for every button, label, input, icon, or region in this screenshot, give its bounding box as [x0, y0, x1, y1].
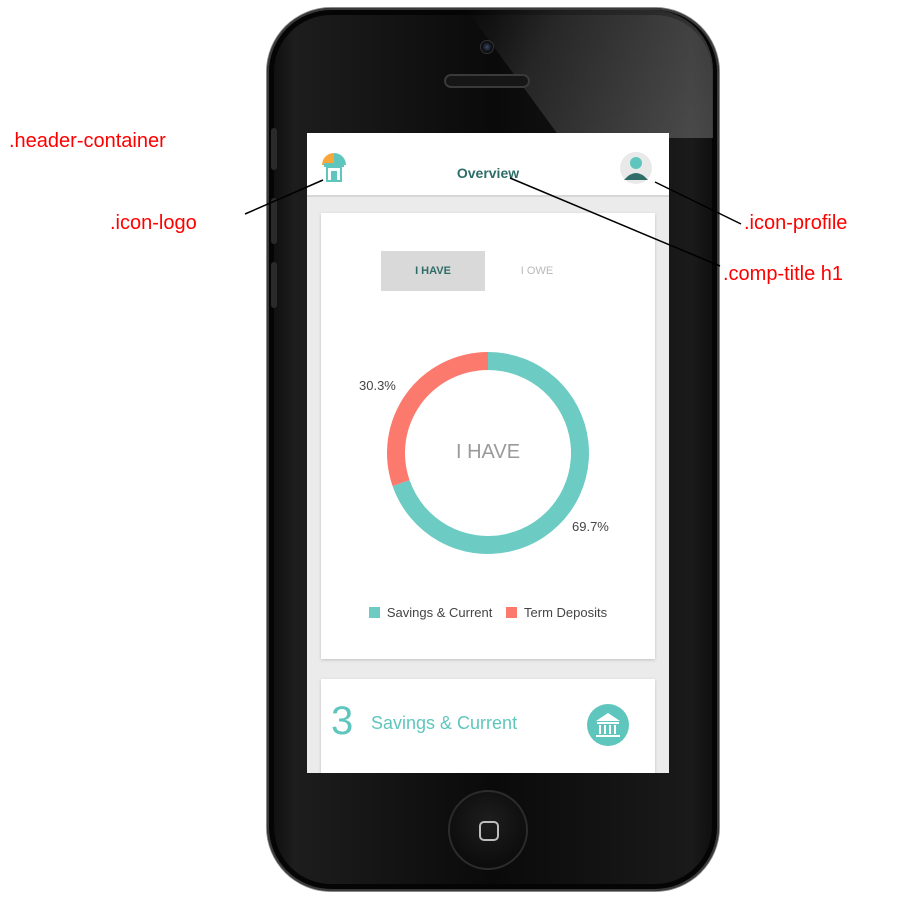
slice-label-savings: 69.7% — [572, 519, 609, 534]
legend-item-savings[interactable]: Savings & Current — [368, 605, 493, 620]
overview-card: I HAVE I OWE I HAVE 30.3% 69.7% Savings … — [321, 213, 655, 659]
user-avatar-icon[interactable] — [620, 152, 652, 184]
legend-swatch-savings — [368, 607, 380, 618]
earpiece-speaker — [444, 74, 530, 88]
savings-summary-card[interactable]: 3 Savings & Current — [321, 679, 655, 773]
bank-icon[interactable] — [587, 704, 629, 746]
legend-swatch-term-deposits — [506, 607, 518, 618]
chart-center-label: I HAVE — [455, 441, 521, 463]
account-count: 3 — [331, 699, 354, 743]
annotation-icon-profile: .icon-profile — [744, 212, 848, 234]
chart-legend: Savings & Current Term Deposits — [321, 605, 655, 621]
donut-slice-term-deposits[interactable] — [387, 352, 488, 487]
donut-chart — [387, 352, 589, 554]
app-screen: Overview I HAVE I OWE I HAVE 30.3% 69.7%… — [307, 133, 669, 773]
annotation-icon-logo: .icon-logo — [110, 212, 197, 234]
volume-down-button — [271, 262, 277, 308]
legend-label-savings: Savings & Current — [386, 605, 493, 620]
account-type-label: Savings & Current — [371, 713, 518, 733]
slice-label-term-deposits: 30.3% — [359, 378, 396, 393]
legend-label-term-deposits: Term Deposits — [524, 605, 608, 620]
home-square-icon — [479, 821, 499, 841]
header-container: Overview — [307, 133, 669, 197]
home-button[interactable] — [448, 790, 528, 870]
legend-item-term-deposits[interactable]: Term Deposits — [506, 605, 607, 620]
volume-up-button — [271, 198, 277, 244]
annotation-header-container: .header-container — [9, 130, 166, 152]
annotation-comp-title: .comp-title h1 — [723, 263, 844, 285]
page-title: Overview — [456, 165, 520, 181]
mute-switch — [271, 128, 277, 170]
front-camera — [480, 40, 494, 54]
